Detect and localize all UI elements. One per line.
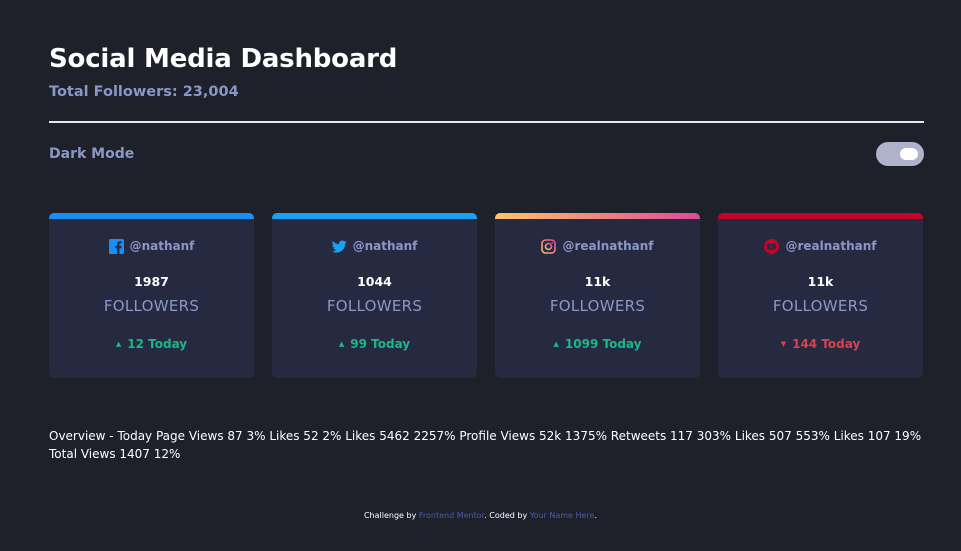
arrow-up-icon: ▲ xyxy=(115,340,122,348)
overview-text: Overview - Today Page Views 87 3% Likes … xyxy=(49,429,922,461)
handle-row: @nathanf xyxy=(272,238,477,254)
card-accent-bar xyxy=(49,213,254,219)
card-accent-bar xyxy=(272,213,477,219)
page-title: Social Media Dashboard xyxy=(49,44,398,74)
youtube-icon xyxy=(764,238,780,254)
follower-count: 11k xyxy=(584,274,611,289)
card-handle: @realnathanf xyxy=(785,239,877,253)
dashboard-page: Social Media Dashboard Total Followers: … xyxy=(0,0,961,551)
handle-row: @realnathanf xyxy=(495,238,700,254)
followers-label: FOLLOWERS xyxy=(772,297,869,315)
card-accent-bar xyxy=(718,213,923,219)
facebook-icon xyxy=(108,238,124,254)
footer-prefix: Challenge by xyxy=(363,511,419,520)
header-divider xyxy=(49,121,924,123)
follower-cards: @nathanf 1987 FOLLOWERS ▲ 12 Today @nath… xyxy=(49,213,924,378)
arrow-up-icon: ▲ xyxy=(338,340,345,348)
frontend-mentor-link[interactable]: Frontend Mentor xyxy=(419,511,484,520)
arrow-up-icon: ▲ xyxy=(553,340,559,348)
mode-row: Dark Mode xyxy=(49,142,924,166)
followers-label: FOLLOWERS xyxy=(549,297,646,315)
attribution-footer: Challenge by Frontend Mentor. Coded by Y… xyxy=(0,511,961,520)
card-handle: @nathanf xyxy=(352,239,418,253)
toggle-knob xyxy=(900,148,918,160)
card-youtube[interactable]: @realnathanf 11k FOLLOWERS ▼ 144 Today xyxy=(718,213,923,378)
today-change-value: 1099 Today xyxy=(564,337,642,351)
footer-suffix: . xyxy=(594,511,598,520)
today-change: ▲ 1099 Today xyxy=(495,337,700,351)
author-link[interactable]: Your Name Here xyxy=(530,511,595,520)
dark-mode-label: Dark Mode xyxy=(49,146,135,162)
card-twitter[interactable]: @nathanf 1044 FOLLOWERS ▲ 99 Today xyxy=(272,213,477,378)
instagram-icon xyxy=(541,238,557,254)
today-change: ▲ 12 Today xyxy=(49,337,254,351)
card-handle: @realnathanf xyxy=(562,239,654,253)
handle-row: @realnathanf xyxy=(718,238,923,254)
follower-count: 1987 xyxy=(134,274,169,289)
header: Social Media Dashboard Total Followers: … xyxy=(49,42,924,100)
twitter-icon xyxy=(331,239,347,253)
total-followers: Total Followers: 23,004 xyxy=(49,84,239,100)
follower-count: 11k xyxy=(807,274,834,289)
today-change-value: 144 Today xyxy=(792,337,861,351)
card-handle: @nathanf xyxy=(129,239,195,253)
card-facebook[interactable]: @nathanf 1987 FOLLOWERS ▲ 12 Today xyxy=(49,213,254,378)
follower-count: 1044 xyxy=(357,274,392,289)
followers-label: FOLLOWERS xyxy=(326,297,423,315)
today-change-value: 12 Today xyxy=(127,337,188,351)
today-change-value: 99 Today xyxy=(350,337,411,351)
dark-mode-toggle[interactable] xyxy=(876,142,924,166)
footer-middle: . Coded by xyxy=(484,511,530,520)
card-accent-bar xyxy=(495,213,700,219)
handle-row: @nathanf xyxy=(49,238,254,254)
followers-label: FOLLOWERS xyxy=(103,297,200,315)
arrow-down-icon: ▼ xyxy=(780,340,787,348)
today-change: ▼ 144 Today xyxy=(718,337,923,351)
card-instagram[interactable]: @realnathanf 11k FOLLOWERS ▲ 1099 Today xyxy=(495,213,700,378)
today-change: ▲ 99 Today xyxy=(272,337,477,351)
